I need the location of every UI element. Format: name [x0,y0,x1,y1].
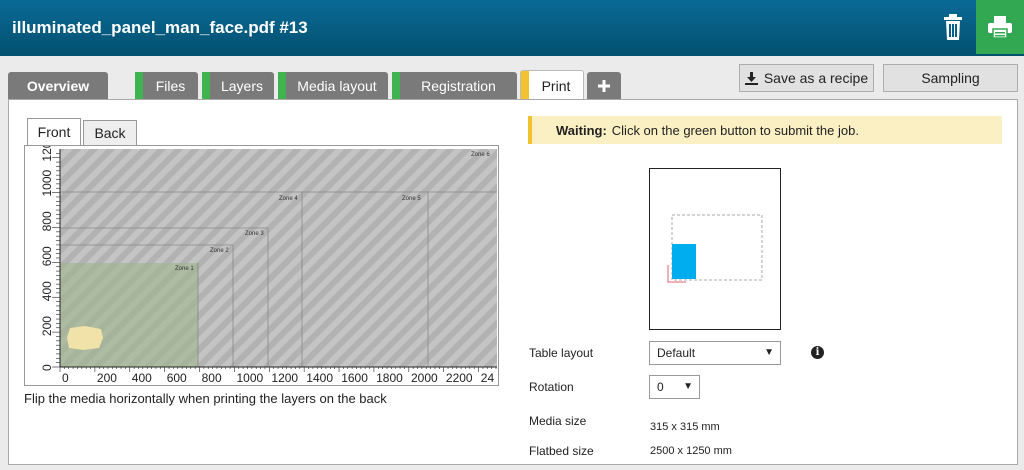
media-blue-block [672,244,696,279]
select-value: 0 [657,380,664,394]
chevron-down-icon: ▼ [683,381,693,392]
y-tick-label: 400 [40,281,54,301]
zone-label-2: Zone 2 [210,248,229,254]
tab-status-bar [135,72,143,100]
zone-label-4: Zone 4 [279,196,298,202]
x-tick-label: 200 [97,371,117,385]
select-value: Default [657,346,696,360]
y-tick-label: 800 [40,211,54,231]
table-layout-select[interactable]: Default ▼ [649,341,781,365]
printer-icon [988,16,1012,39]
zone-label-3: Zone 3 [245,231,264,237]
tab-print[interactable]: Print [520,70,584,101]
tab-label: Print [541,77,571,94]
table-layout-label: Table layout [529,346,594,360]
flatbed-size-value: 2500 x 1250 mm [650,445,732,457]
tab-front[interactable]: Front [27,118,81,146]
tab-media-layout[interactable]: Media layout [278,72,388,100]
x-tick-label: 1200 [271,371,298,385]
tab-label: Layers [220,78,264,94]
media-size-value: 315 x 315 mm [650,421,720,433]
zone-label-5: Zone 5 [402,196,421,202]
button-label: Sampling [921,70,980,86]
download-icon [744,71,758,85]
status-state: Waiting: [556,122,607,138]
plus-icon [598,80,610,92]
tab-label: Front [37,124,71,140]
x-tick-label: 1400 [306,371,333,385]
sampling-button[interactable]: Sampling [883,64,1018,92]
media-preview [649,168,781,330]
rotation-label: Rotation [529,380,574,394]
x-tick-label: 400 [132,371,152,385]
zone-label-6: Zone 6 [471,152,490,158]
media-size-label: Media size [529,414,587,428]
y-tick-label: 1000 [40,169,54,196]
y-tick-label: 200 [40,316,54,336]
tab-status-bar [202,72,210,100]
tab-status-bar [392,72,400,100]
y-tick-label: 600 [40,246,54,266]
flip-media-note: Flip the media horizontally when printin… [24,391,387,406]
trash-icon[interactable] [938,12,968,42]
title-bar: illuminated_panel_man_face.pdf #13 [0,0,1024,56]
x-tick-label: 0 [62,371,69,385]
job-title: illuminated_panel_man_face.pdf #13 [12,18,308,37]
x-tick-label: 24 [481,371,495,385]
x-tick-label: 2000 [411,371,438,385]
tab-layers[interactable]: Layers [202,72,274,100]
zone-1-area [60,263,198,367]
submit-print-button[interactable] [976,0,1024,54]
rotation-select[interactable]: 0 ▼ [649,375,700,399]
tab-files[interactable]: Files [135,72,198,100]
tab-back[interactable]: Back [83,120,137,146]
tab-label: Media layout [297,78,377,94]
zone-label-1: Zone 1 [175,266,194,272]
tab-overview[interactable]: Overview [8,72,108,100]
x-tick-label: 1600 [341,371,368,385]
button-label: Save as a recipe [763,70,869,86]
flatbed-size-label: Flatbed size [529,444,594,458]
tab-label: Files [155,78,186,94]
x-tick-label: 600 [167,371,187,385]
tab-label: Registration [421,78,496,94]
add-tab-button[interactable] [587,72,621,100]
info-icon[interactable]: i [811,346,824,359]
tab-label: Overview [26,78,90,94]
y-tick-label: 1200 [40,146,54,162]
tab-status-bar [278,72,286,100]
chevron-down-icon: ▼ [764,347,774,358]
x-tick-label: 1000 [237,371,264,385]
media-item [67,326,103,350]
status-message: Click on the green button to submit the … [611,122,859,138]
x-tick-label: 1800 [376,371,403,385]
tab-label: Back [94,125,126,141]
tab-status-bar [521,71,529,101]
x-tick-label: 2200 [446,371,473,385]
x-tick-label: 800 [202,371,222,385]
save-as-recipe-button[interactable]: Save as a recipe [739,64,874,92]
status-banner: Waiting: Click on the green button to su… [528,116,1002,144]
tab-registration[interactable]: Registration [392,72,517,100]
y-tick-label: 0 [40,364,54,371]
flatbed-canvas[interactable]: Zone 6 Zone 5 Zone 4 Zone 3 Zone 2 Zone … [24,145,499,386]
